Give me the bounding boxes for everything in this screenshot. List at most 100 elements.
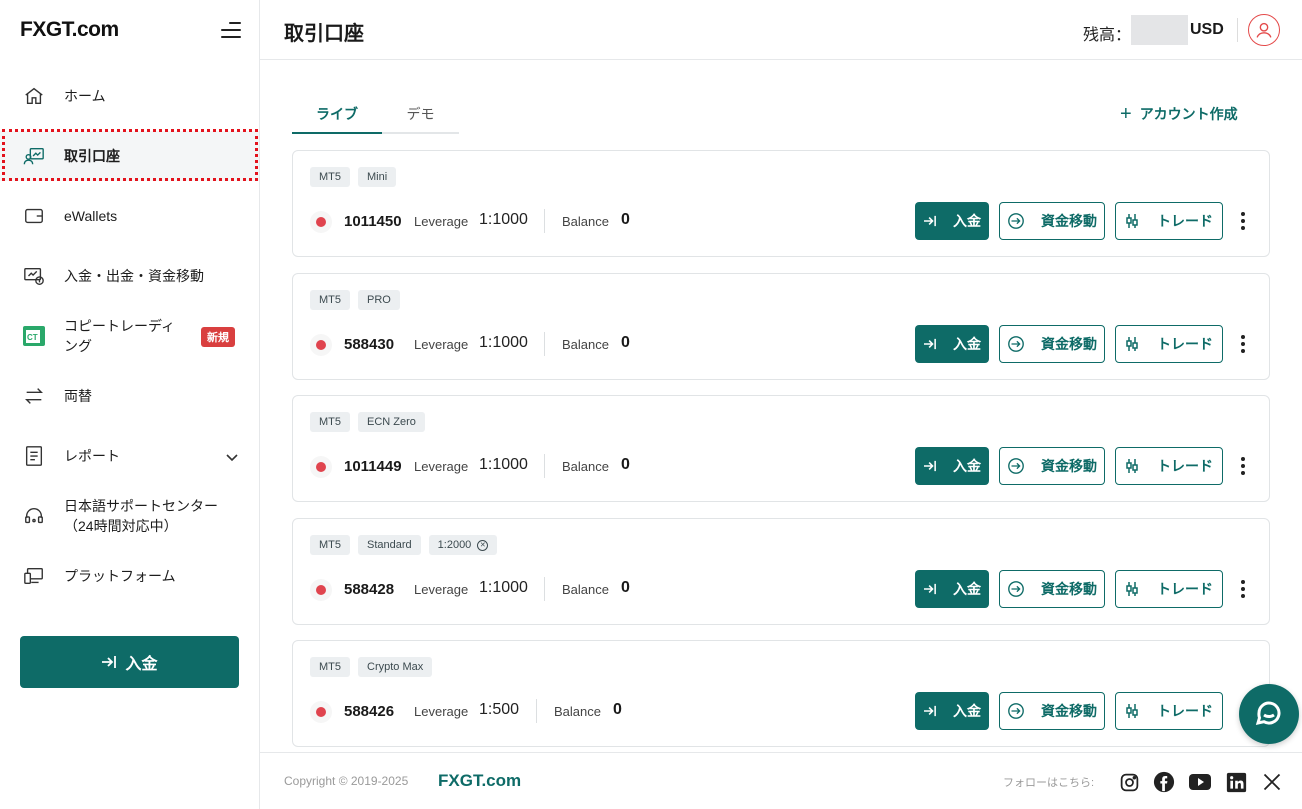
sidebar-item-platform[interactable]: プラットフォーム [0,551,259,601]
youtube-icon[interactable] [1188,770,1212,794]
deposit-button[interactable]: 入金 [915,570,989,608]
sidebar-item-trading-accounts[interactable]: 取引口座 [0,131,259,181]
account-tag: Standard [358,535,421,555]
deposit-button[interactable]: 入金 [915,202,989,240]
leverage-value: 1:1000 [479,211,528,228]
trade-button[interactable]: トレード [1115,447,1223,485]
logo[interactable]: FXGT.com [20,18,119,42]
transfer-button-label: 資金移動 [1041,213,1097,229]
account-tag: Mini [358,167,397,187]
sidebar-item-home[interactable]: ホーム [0,71,259,121]
account-tag-label: MT5 [319,171,341,183]
account-tags: MT5 Standard 1:2000 ✕ [310,535,498,555]
account-tags: MT5 Crypto Max [310,657,433,677]
facebook-icon[interactable] [1152,770,1176,794]
trade-button[interactable]: トレード [1115,692,1223,730]
x-icon[interactable] [1260,770,1284,794]
status-dot-icon [310,211,332,233]
more-options-icon[interactable] [1233,332,1253,356]
balance-value: 0 [621,334,630,351]
sidebar-item-label: レポート [64,448,120,464]
trade-button-label: トレード [1157,581,1213,597]
more-options-icon[interactable] [1233,577,1253,601]
follow-label: フォローはこちら: [1003,777,1095,789]
sidebar-deposit-label: 入金 [125,656,158,673]
card-divider [544,332,545,356]
transfer-button[interactable]: 資金移動 [999,202,1105,240]
trade-button-label: トレード [1157,213,1213,229]
account-card: MT5 Standard 1:2000 ✕ 588428 Leverage 1:100… [292,518,1270,625]
trade-button[interactable]: トレード [1115,325,1223,363]
transfer-icon [1007,212,1033,230]
account-tag-label: MT5 [319,539,341,551]
logo-main: FXGT [20,18,72,41]
transfer-button[interactable]: 資金移動 [999,447,1105,485]
account-tag: ECN Zero [358,412,425,432]
sidebar-item-deposit-withdraw[interactable]: 入金・出金・資金移動 [0,251,259,301]
deposit-button-label: 入金 [953,336,981,352]
chat-support-button[interactable] [1239,684,1299,744]
trade-button-label: トレード [1157,458,1213,474]
footer: Copyright © 2019-2025 FXGT.com フォローはこちら: [260,752,1302,809]
wallet-icon [22,204,46,228]
status-dot-icon [310,456,332,478]
transfer-button-label: 資金移動 [1041,336,1097,352]
deposit-arrow-icon [923,583,945,595]
new-badge: 新規 [201,327,235,347]
candlestick-icon [1125,703,1147,719]
account-tag: Crypto Max [358,657,433,677]
sidebar-item-exchange[interactable]: 両替 [0,371,259,421]
menu-toggle-icon[interactable] [219,20,241,40]
sidebar-item-support[interactable]: 日本語サポートセンター（24時間対応中） [0,491,259,541]
sidebar-deposit-button[interactable]: 入金 [20,636,239,688]
more-options-icon[interactable] [1233,209,1253,233]
status-dot-icon [310,701,332,723]
tab-demo[interactable]: デモ [382,104,459,124]
account-tag-label: MT5 [319,294,341,306]
deposit-button[interactable]: 入金 [915,447,989,485]
close-circle-icon[interactable]: ✕ [477,539,489,551]
deposit-button[interactable]: 入金 [915,325,989,363]
balance-value: 0 [621,579,630,596]
account-tag: MT5 [310,167,350,187]
deposit-arrow-icon [923,338,945,350]
trade-button-label: トレード [1157,703,1213,719]
account-tag-label: ECN Zero [367,416,416,428]
leverage-label: Leverage [414,582,469,597]
account-tag: MT5 [310,290,350,310]
deposit-arrow-icon [102,656,117,668]
transfer-button[interactable]: 資金移動 [999,325,1105,363]
tab-live[interactable]: ライブ [292,104,382,124]
account-number: 1011449 [344,458,402,475]
account-tag-label: 1:2000 [437,539,472,551]
sidebar-item-ewallets[interactable]: eWallets [0,191,259,241]
sidebar-item-label: プラットフォーム [64,568,176,584]
balance-label: Balance [554,704,601,719]
trade-button[interactable]: トレード [1115,202,1223,240]
account-tag-label: MT5 [319,416,341,428]
linkedin-icon[interactable] [1224,770,1248,794]
plus-icon: + [1120,103,1132,125]
transfer-button[interactable]: 資金移動 [999,692,1105,730]
logo-suffix: .com [71,18,120,41]
add-account-button[interactable]: + アカウント作成 [1120,104,1238,124]
more-options-icon[interactable] [1233,454,1253,478]
card-divider [536,699,537,723]
account-tag-label: Mini [367,171,388,183]
balance-value: 0 [621,211,630,228]
account-tag[interactable]: 1:2000 ✕ [428,535,498,555]
trade-button[interactable]: トレード [1115,570,1223,608]
leverage-value: 1:1000 [479,334,528,351]
instagram-icon[interactable] [1117,770,1141,794]
user-avatar-icon[interactable] [1248,14,1280,46]
sidebar-item-report[interactable]: レポート [0,431,259,481]
account-card: MT5 Crypto Max 588426 Leverage 1:500 Bala… [292,640,1270,747]
footer-brand[interactable]: FXGT.com [438,771,521,791]
card-divider [544,577,545,601]
status-dot-icon [310,334,332,356]
deposit-button[interactable]: 入金 [915,692,989,730]
transfer-icon [1007,580,1033,598]
chevron-down-icon[interactable] [224,449,240,470]
card-divider [544,454,545,478]
transfer-button[interactable]: 資金移動 [999,570,1105,608]
